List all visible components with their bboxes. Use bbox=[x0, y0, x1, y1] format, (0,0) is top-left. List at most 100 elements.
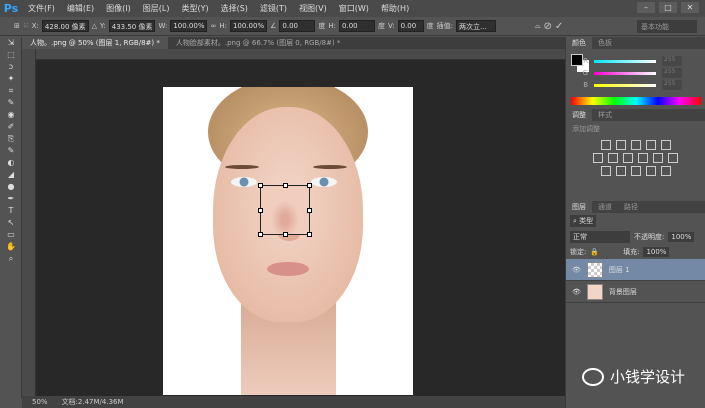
layer-filter-select[interactable]: ⌕ 类型 bbox=[570, 215, 597, 227]
menu-item[interactable]: 选择(S) bbox=[215, 3, 254, 14]
channel-value[interactable]: 255 bbox=[662, 56, 682, 66]
relative-position-icon[interactable]: △ bbox=[92, 22, 97, 30]
tool-icon[interactable]: ⌗ bbox=[0, 85, 22, 97]
channel-slider[interactable]: G 255 bbox=[566, 67, 705, 79]
foreground-color-swatch[interactable] bbox=[571, 54, 583, 66]
tool-icon[interactable]: ↄ bbox=[0, 61, 22, 73]
adjustment-icon[interactable] bbox=[600, 140, 611, 150]
link-icon[interactable]: ∞ bbox=[210, 22, 216, 30]
tool-icon[interactable]: ● bbox=[0, 181, 22, 193]
transform-tool-icon: ⊞ bbox=[14, 22, 20, 30]
tool-icon[interactable]: ⬚ bbox=[0, 49, 22, 61]
channel-slider[interactable]: B 255 bbox=[566, 79, 705, 91]
menu-item[interactable]: 窗口(W) bbox=[333, 3, 375, 14]
adjustment-icon[interactable] bbox=[638, 153, 648, 163]
adjustment-icon[interactable] bbox=[660, 166, 671, 176]
y-input[interactable]: 433.50 像素 bbox=[108, 20, 156, 32]
close-button[interactable]: ✕ bbox=[681, 2, 699, 13]
panel-tab[interactable]: 样式 bbox=[592, 109, 618, 121]
tab-document[interactable]: 人物脸部素材。.png @ 66.7% (图层 0, RGB/8#) * bbox=[168, 37, 349, 49]
channel-value[interactable]: 255 bbox=[662, 80, 682, 90]
lock-icon[interactable]: 🔒 bbox=[590, 248, 599, 256]
adjustment-icon[interactable] bbox=[630, 166, 641, 176]
hskew-input[interactable]: 0.00 bbox=[339, 20, 376, 32]
tool-icon[interactable]: ✦ bbox=[0, 73, 22, 85]
adjustment-icon[interactable] bbox=[630, 140, 641, 150]
tool-icon[interactable]: ◢ bbox=[0, 169, 22, 181]
canvas-area[interactable] bbox=[36, 60, 565, 396]
adjustment-icon[interactable] bbox=[645, 140, 656, 150]
tool-icon[interactable]: ↖ bbox=[0, 217, 22, 229]
panel-tab[interactable]: 通道 bbox=[592, 201, 618, 213]
free-transform-box[interactable] bbox=[258, 183, 312, 237]
adjustment-icon[interactable] bbox=[600, 166, 611, 176]
tool-icon[interactable]: ✒ bbox=[0, 193, 22, 205]
channel-bar[interactable] bbox=[594, 59, 656, 63]
adjustment-icon[interactable] bbox=[615, 140, 626, 150]
width-input[interactable]: 100.00% bbox=[170, 20, 208, 32]
menu-bar: Ps 文件(F) 编辑(E) 图像(I) 图层(L) 类型(Y) 选择(S) 滤镜(T) 视图… bbox=[0, 0, 705, 17]
panel-tab[interactable]: 路径 bbox=[618, 201, 644, 213]
menu-item[interactable]: 视图(V) bbox=[293, 3, 333, 14]
eye-icon[interactable]: 👁 bbox=[572, 266, 581, 274]
menu-item[interactable]: 文件(F) bbox=[22, 3, 61, 14]
tool-icon[interactable]: ✐ bbox=[0, 121, 22, 133]
adjustment-icon[interactable] bbox=[668, 153, 678, 163]
fill-input[interactable]: 100% bbox=[643, 247, 670, 257]
blend-mode-select[interactable]: 正常 bbox=[570, 231, 630, 243]
commit-check-icon[interactable]: ✓ bbox=[555, 21, 563, 32]
tab-document[interactable]: 人物。.png @ 50% (图层 1, RGB/8#) * bbox=[22, 37, 168, 49]
layer-row[interactable]: 👁 图层 1 bbox=[566, 259, 705, 281]
tool-icon[interactable]: T bbox=[0, 205, 22, 217]
document-image[interactable] bbox=[163, 87, 413, 395]
tool-icon[interactable]: ⌕ bbox=[0, 253, 22, 265]
channel-label: G bbox=[582, 69, 588, 77]
adjustment-icon[interactable] bbox=[593, 153, 603, 163]
zoom-level[interactable]: 50% bbox=[32, 398, 48, 406]
reference-point-icon[interactable]: ⁙ bbox=[23, 22, 29, 30]
warp-icon[interactable]: ⌓ bbox=[535, 22, 541, 31]
tool-icon[interactable]: ✎ bbox=[0, 97, 22, 109]
tool-icon[interactable]: ⇲ bbox=[0, 37, 22, 49]
tool-icon[interactable]: ✋ bbox=[0, 241, 22, 253]
menu-item[interactable]: 编辑(E) bbox=[61, 3, 100, 14]
channel-slider[interactable]: R 255 bbox=[566, 55, 705, 67]
adjustment-icon[interactable] bbox=[608, 153, 618, 163]
color-spectrum[interactable] bbox=[571, 97, 701, 105]
height-input[interactable]: 100.00% bbox=[229, 20, 268, 32]
eye-icon[interactable]: 👁 bbox=[572, 288, 581, 296]
menu-item[interactable]: 滤镜(T) bbox=[254, 3, 293, 14]
tool-icon[interactable]: ⎘ bbox=[0, 133, 22, 145]
tool-icon[interactable]: ✎ bbox=[0, 145, 22, 157]
adjustment-icon[interactable] bbox=[623, 153, 633, 163]
panel-tab[interactable]: 图层 bbox=[566, 201, 592, 213]
layer-row[interactable]: 👁 背景图层 bbox=[566, 281, 705, 303]
tool-icon[interactable]: ◉ bbox=[0, 109, 22, 121]
channel-bar[interactable] bbox=[594, 71, 656, 75]
minimize-button[interactable]: – bbox=[637, 2, 655, 13]
menu-item[interactable]: 帮助(H) bbox=[375, 3, 415, 14]
tool-icon[interactable]: ▭ bbox=[0, 229, 22, 241]
vskew-input[interactable]: 0.00 bbox=[397, 20, 424, 32]
workspace-select[interactable]: 基本功能 bbox=[637, 20, 697, 33]
panel-tab[interactable]: 色板 bbox=[592, 37, 618, 49]
channel-value[interactable]: 255 bbox=[662, 68, 682, 78]
adjustment-icon[interactable] bbox=[653, 153, 663, 163]
tool-icon[interactable]: ◐ bbox=[0, 157, 22, 169]
panel-tab[interactable]: 颜色 bbox=[566, 37, 592, 49]
cancel-icon[interactable]: ⊘ bbox=[544, 21, 552, 32]
vskew-label: V: bbox=[388, 22, 395, 30]
x-input[interactable]: 428.00 像素 bbox=[41, 20, 89, 32]
channel-bar[interactable] bbox=[594, 83, 656, 87]
menu-item[interactable]: 类型(Y) bbox=[175, 3, 214, 14]
interpolation-select[interactable]: 两次立... bbox=[455, 20, 496, 32]
panel-tab[interactable]: 调整 bbox=[566, 109, 592, 121]
menu-item[interactable]: 图层(L) bbox=[137, 3, 176, 14]
maximize-button[interactable]: □ bbox=[659, 2, 677, 13]
opacity-input[interactable]: 100% bbox=[668, 232, 695, 242]
adjustment-icon[interactable] bbox=[645, 166, 656, 176]
angle-input[interactable]: 0.00 bbox=[279, 20, 316, 32]
adjustment-icon[interactable] bbox=[660, 140, 671, 150]
adjustment-icon[interactable] bbox=[615, 166, 626, 176]
menu-item[interactable]: 图像(I) bbox=[100, 3, 137, 14]
